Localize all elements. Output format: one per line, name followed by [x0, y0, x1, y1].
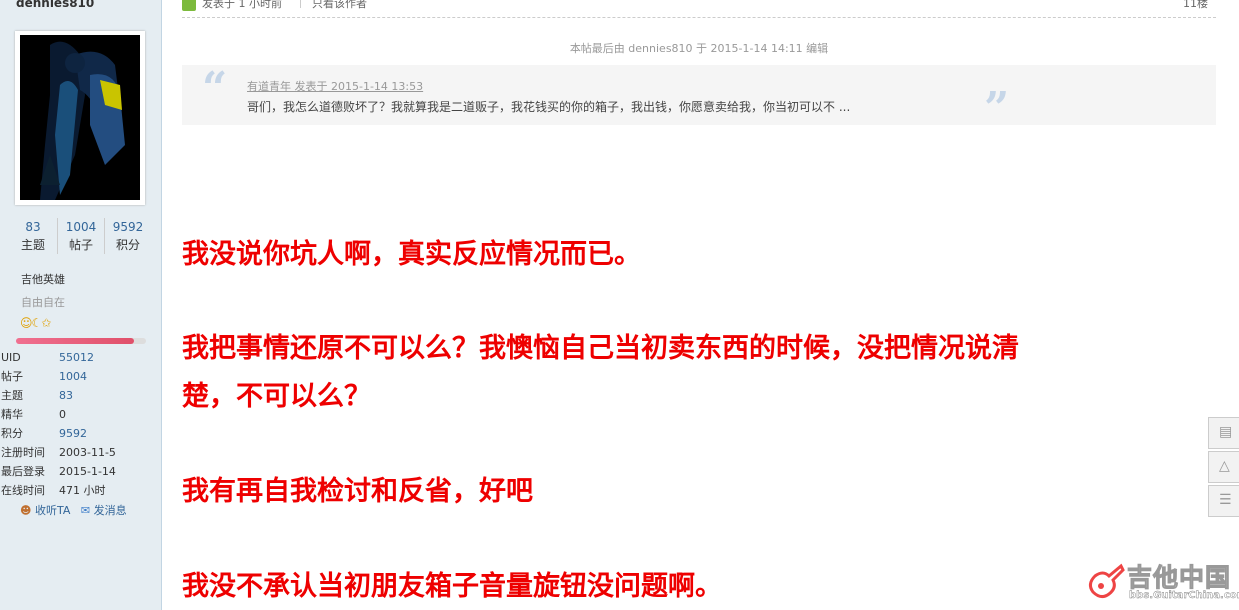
- stat-threads[interactable]: 83 主题: [10, 218, 56, 254]
- info-value[interactable]: 9592: [59, 424, 87, 443]
- quote-author-link[interactable]: 有道青年 发表于 2015-1-14 13:53: [247, 78, 423, 94]
- author-stats: 83 主题 1004 帖子 9592 积分: [10, 218, 154, 258]
- info-value: 0: [59, 408, 66, 421]
- quote-text: 哥们，我怎么道德败坏了？我就算我是二道贩子，我花钱买的你的箱子，我出钱，你愿意卖…: [247, 100, 851, 114]
- open-quote-icon: “: [202, 63, 228, 114]
- stat-threads-label: 主题: [20, 238, 45, 252]
- message-icon[interactable]: ✉: [81, 504, 90, 517]
- stat-credits-label: 积分: [115, 238, 140, 252]
- info-key: 积分: [1, 427, 23, 440]
- stat-posts[interactable]: 1004 帖子: [57, 218, 104, 254]
- info-key: 最后登录: [1, 465, 45, 478]
- back-to-top-button[interactable]: △: [1208, 451, 1239, 483]
- arrow-up-icon: △: [1219, 458, 1230, 474]
- info-row-posts: 帖子 1004: [1, 367, 159, 386]
- author-only-link[interactable]: 只看该作者: [312, 0, 367, 11]
- meta-divider: [300, 0, 301, 8]
- user-group[interactable]: 吉他英雄: [21, 271, 65, 287]
- info-key: 注册时间: [1, 446, 45, 459]
- message-line: 楚，不可以么？: [182, 381, 371, 412]
- info-key: 在线时间: [1, 484, 45, 497]
- info-key: UID: [1, 351, 21, 364]
- message-line: 我把事情还原不可以么？我懊恼自己当初卖东西的时候，没把情况说清: [182, 333, 1019, 364]
- stat-posts-label: 帖子: [68, 238, 93, 252]
- list-icon: ☰: [1219, 492, 1232, 508]
- post-time: 发表于 1 小时前: [202, 0, 282, 10]
- watermark-url: bbs.GuitarChina.com: [1129, 590, 1239, 601]
- online-status-icon: [182, 0, 196, 11]
- floor-number[interactable]: 11楼: [1183, 0, 1208, 11]
- avatar[interactable]: [20, 35, 140, 200]
- info-value: 2003-11-5: [59, 446, 116, 459]
- custom-title: 自由自在: [21, 296, 65, 309]
- follow-icon[interactable]: ☻: [20, 504, 31, 517]
- reply-button[interactable]: ▤: [1208, 417, 1239, 449]
- stat-credits-value[interactable]: 9592: [105, 218, 151, 237]
- floating-toolbar: ▤ △ ☰: [1208, 417, 1239, 519]
- site-watermark: 吉他中国 bbs.GuitarChina.com: [1085, 558, 1239, 608]
- info-row-last-login: 最后登录 2015-1-14: [1, 462, 159, 481]
- author-actions: ☻ 收听TA ✉ 发消息: [20, 502, 127, 518]
- info-key: 帖子: [1, 370, 23, 383]
- message-line: 我有再自我检讨和反省，好吧: [182, 476, 533, 507]
- quote-block: “ 有道青年 发表于 2015-1-14 13:53 哥们，我怎么道德败坏了？我…: [182, 63, 1216, 131]
- info-key: 主题: [1, 389, 23, 402]
- post-meta-bar: 发表于 1 小时前 只看该作者 11楼: [182, 0, 1216, 18]
- stat-threads-value[interactable]: 83: [10, 218, 56, 237]
- author-username[interactable]: dennies810: [16, 0, 94, 10]
- info-row-online-time: 在线时间 471 小时: [1, 481, 159, 500]
- avatar-frame: [15, 31, 145, 205]
- author-sidebar: dennies810 83 主题 1004 帖子 9592 积分 吉他英雄 自由…: [0, 0, 162, 610]
- info-key: 精华: [1, 408, 23, 421]
- stat-credits[interactable]: 9592 积分: [104, 218, 151, 254]
- info-value[interactable]: 55012: [59, 348, 94, 367]
- info-row-registered: 注册时间 2003-11-5: [1, 443, 159, 462]
- message-line: 我没说你坑人啊，真实反应情况而已。: [182, 239, 641, 270]
- follow-link[interactable]: 收听TA: [35, 504, 70, 517]
- message-line: 我没不承认当初朋友箱子音量旋钮没问题啊。: [182, 571, 722, 602]
- back-to-list-button[interactable]: ☰: [1208, 485, 1239, 517]
- info-value: 471 小时: [59, 484, 106, 497]
- stat-posts-value[interactable]: 1004: [58, 218, 104, 237]
- info-value: 2015-1-14: [59, 465, 116, 478]
- info-row-digest: 精华 0: [1, 405, 159, 424]
- info-row-threads: 主题 83: [1, 386, 159, 405]
- info-value[interactable]: 83: [59, 386, 73, 405]
- watermark-title: 吉他中国: [1126, 563, 1232, 593]
- info-value[interactable]: 1004: [59, 367, 87, 386]
- comment-icon: ▤: [1219, 424, 1233, 440]
- info-row-uid: UID 55012: [1, 348, 159, 367]
- credit-progress-bar: [16, 338, 146, 344]
- author-info-list: UID 55012 帖子 1004 主题 83 精华 0 积分 9592 注册时…: [1, 348, 159, 500]
- info-row-credits: 积分 9592: [1, 424, 159, 443]
- medal-icons[interactable]: ☺☾✩: [20, 316, 51, 330]
- edit-note: 本帖最后由 dennies810 于 2015-1-14 14:11 编辑: [569, 42, 829, 55]
- close-quote-icon: ”: [984, 83, 1010, 134]
- send-message-link[interactable]: 发消息: [94, 504, 127, 517]
- credit-progress-fill: [16, 338, 135, 344]
- guitar-logo-icon: [1088, 563, 1125, 599]
